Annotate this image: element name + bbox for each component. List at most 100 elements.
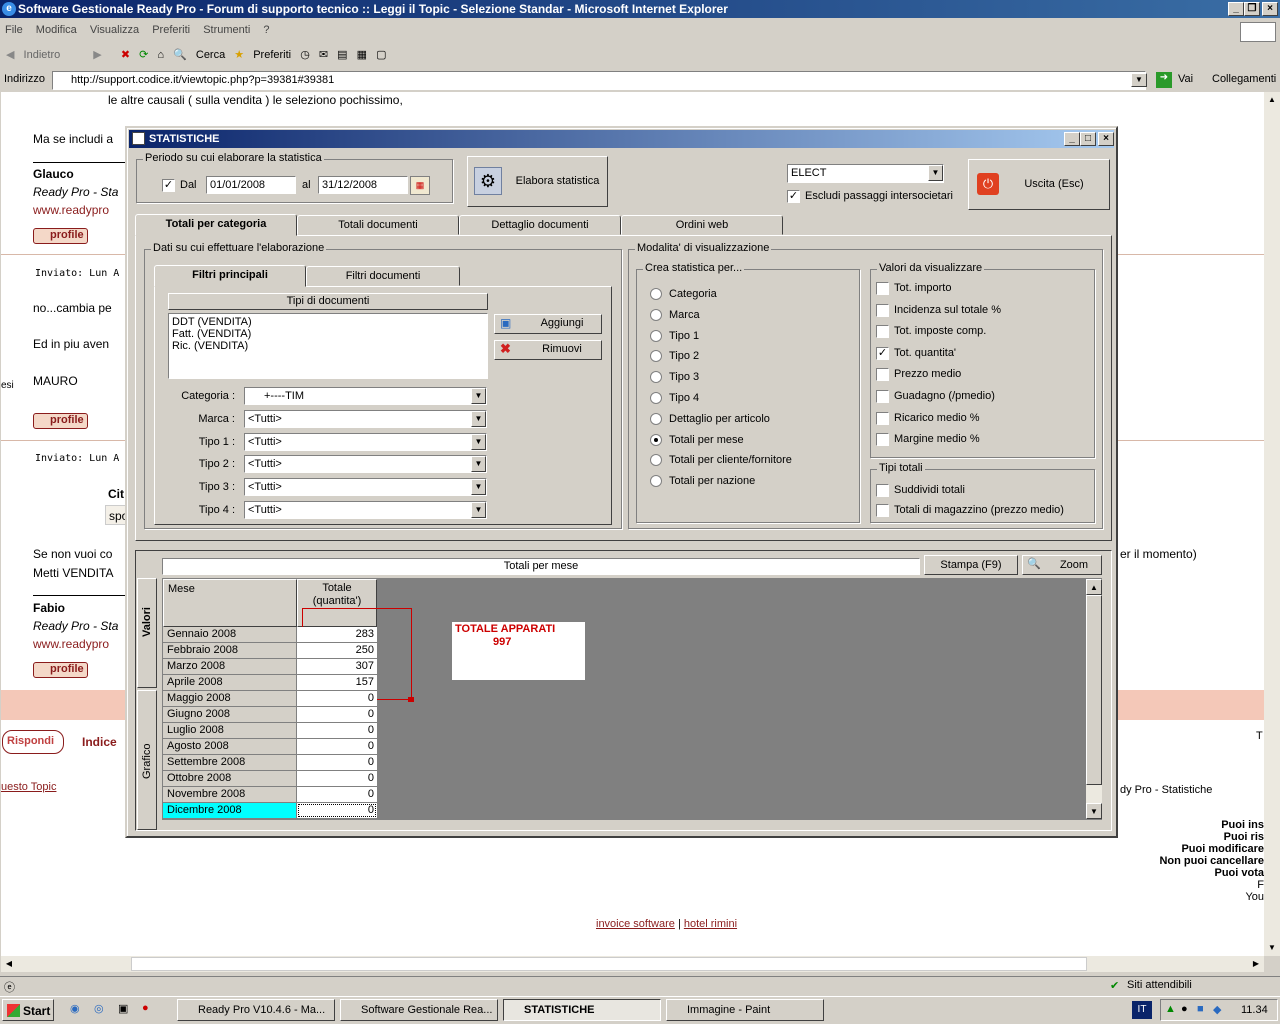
filter-categoria[interactable]: +----TIM ▼ [244,387,487,405]
table-row[interactable]: Novembre 2008 0 [163,787,377,803]
invoice-link[interactable]: invoice software [596,918,675,930]
list-item[interactable]: DDT (VENDITA) [172,316,484,328]
create-option-radio[interactable] [650,412,662,425]
tab-ordini-web[interactable]: Ordini web [621,215,783,235]
from-checkbox[interactable]: ✓ [162,179,175,192]
company-select[interactable]: ELECT ▼ [787,164,944,183]
task-readypro[interactable]: Ready Pro V10.4.6 - Ma... [177,999,335,1021]
create-option-radio[interactable] [650,288,662,300]
add-button[interactable]: ▣ Aggiungi [494,314,602,334]
filter-tipo1[interactable]: <Tutti> ▼ [244,433,487,451]
value-option-checkbox[interactable] [876,390,889,403]
signature-link[interactable]: www.readypro [33,637,109,651]
search-icon[interactable]: 🔍 [173,48,187,61]
quicklaunch-icon[interactable]: ◎ [94,1002,104,1015]
profile-button[interactable]: profile [33,413,88,429]
exclude-checkbox[interactable]: ✓ [787,190,800,203]
value-option-checkbox[interactable] [876,411,889,425]
go-icon[interactable]: ➜ [1156,72,1172,88]
edit-icon[interactable]: ▦ [357,48,367,61]
favorites-button[interactable]: Preferiti [253,49,291,61]
signature-link[interactable]: www.readypro [33,203,109,217]
address-input[interactable]: http://support.codice.it/viewtopic.php?p… [52,71,1146,90]
table-row[interactable]: Maggio 2008 0 [163,691,377,707]
table-row[interactable]: Settembre 2008 0 [163,755,377,771]
table-row[interactable]: Giugno 2008 0 [163,707,377,723]
forward-icon[interactable]: ▶ [93,48,101,61]
search-button[interactable]: Cerca [196,49,225,61]
topic-link[interactable]: uesto Topic [1,781,56,793]
remove-button[interactable]: ✖ Rimuovi [494,340,602,360]
stop-icon[interactable]: ✖ [121,48,130,61]
table-row[interactable]: Gennaio 2008 283 [163,627,377,643]
reply-button[interactable]: Rispondi [2,730,64,754]
minimize-button[interactable]: _ [1228,2,1244,16]
task-statistiche[interactable]: STATISTICHE [503,999,661,1021]
vtab-grafico[interactable]: Grafico [137,690,157,830]
note-icon[interactable]: ▢ [376,48,386,61]
to-date-input[interactable]: 31/12/2008 [318,176,408,194]
go-button[interactable]: Vai [1178,73,1193,85]
tray-icon[interactable]: ■ [1197,1003,1204,1015]
calendar-icon[interactable]: ▦ [410,176,430,195]
doctypes-list[interactable]: DDT (VENDITA) Fatt. (VENDITA) Ric. (VEND… [168,313,488,379]
split-totals-checkbox[interactable] [876,484,889,497]
value-option-checkbox[interactable] [876,325,889,339]
tray-icon[interactable]: ▲ [1165,1003,1176,1015]
hotel-link[interactable]: hotel rimini [684,918,737,930]
tray-icon[interactable]: ◆ [1213,1003,1221,1016]
print-icon[interactable]: ▤ [337,48,347,61]
quicklaunch-icon[interactable]: ▣ [118,1002,128,1015]
create-option-radio[interactable] [650,433,662,446]
list-item[interactable]: Ric. (VENDITA) [172,340,484,352]
subtab-filtri-documenti[interactable]: Filtri documenti [306,266,460,286]
exit-button[interactable]: ⏻ Uscita (Esc) [968,159,1110,210]
quicklaunch-icon[interactable]: ◉ [70,1002,80,1015]
task-browser[interactable]: Software Gestionale Rea... [340,999,498,1021]
create-option-radio[interactable] [650,392,662,404]
page-vscroll[interactable]: ▲ ▼ [1264,92,1280,956]
dialog-minimize-button[interactable]: _ [1064,132,1080,146]
star-icon[interactable]: ★ [234,48,244,61]
list-item[interactable]: Fatt. (VENDITA) [172,328,484,340]
index-link[interactable]: Indice [82,735,117,749]
table-row[interactable]: Ottobre 2008 0 [163,771,377,787]
table-row[interactable]: Luglio 2008 0 [163,723,377,739]
menu-file[interactable]: File [0,21,28,39]
value-option-checkbox[interactable] [876,303,889,317]
value-option-checkbox[interactable]: ✓ [876,346,889,360]
history-icon[interactable]: ◷ [300,48,310,61]
page-hscroll[interactable]: ◀ ▶ [1,956,1264,972]
menu-strumenti[interactable]: Strumenti [198,21,255,39]
menu-modifica[interactable]: Modifica [31,21,82,39]
elaborate-button[interactable]: ⚙ Elabora statistica [467,156,608,207]
back-button[interactable]: Indietro [24,49,61,61]
tab-totali-categoria[interactable]: Totali per categoria [135,214,297,236]
from-date-input[interactable]: 01/01/2008 [206,176,296,194]
mail-icon[interactable]: ✉ [319,48,328,61]
home-icon[interactable]: ⌂ [157,49,164,61]
vtab-valori[interactable]: Valori [137,578,157,688]
profile-button[interactable]: profile [33,662,88,678]
table-row[interactable]: Febbraio 2008 250 [163,643,377,659]
back-icon[interactable]: ◀ [6,48,14,61]
dialog-maximize-button[interactable]: □ [1080,132,1096,146]
zoom-button[interactable]: 🔍 Zoom [1022,555,1102,575]
tab-dettaglio-documenti[interactable]: Dettaglio documenti [459,215,621,235]
filter-marca[interactable]: <Tutti> ▼ [244,410,487,428]
create-option-radio[interactable] [650,308,662,321]
value-option-checkbox[interactable] [876,433,889,447]
dialog-close-button[interactable]: × [1098,132,1114,146]
value-option-checkbox[interactable] [876,368,889,382]
close-button[interactable]: × [1262,2,1278,16]
subtab-filtri-principali[interactable]: Filtri principali [154,265,306,287]
links-button[interactable]: Collegamenti [1212,73,1276,85]
table-row[interactable]: Dicembre 2008 0 [163,803,377,819]
warehouse-totals-checkbox[interactable] [876,504,889,517]
table-row[interactable]: Aprile 2008 157 [163,675,377,691]
value-option-checkbox[interactable] [876,282,889,295]
menu-visualizza[interactable]: Visualizza [85,21,144,39]
refresh-icon[interactable]: ⟳ [139,48,148,61]
task-paint[interactable]: Immagine - Paint [666,999,824,1021]
profile-button[interactable]: profile [33,228,88,244]
